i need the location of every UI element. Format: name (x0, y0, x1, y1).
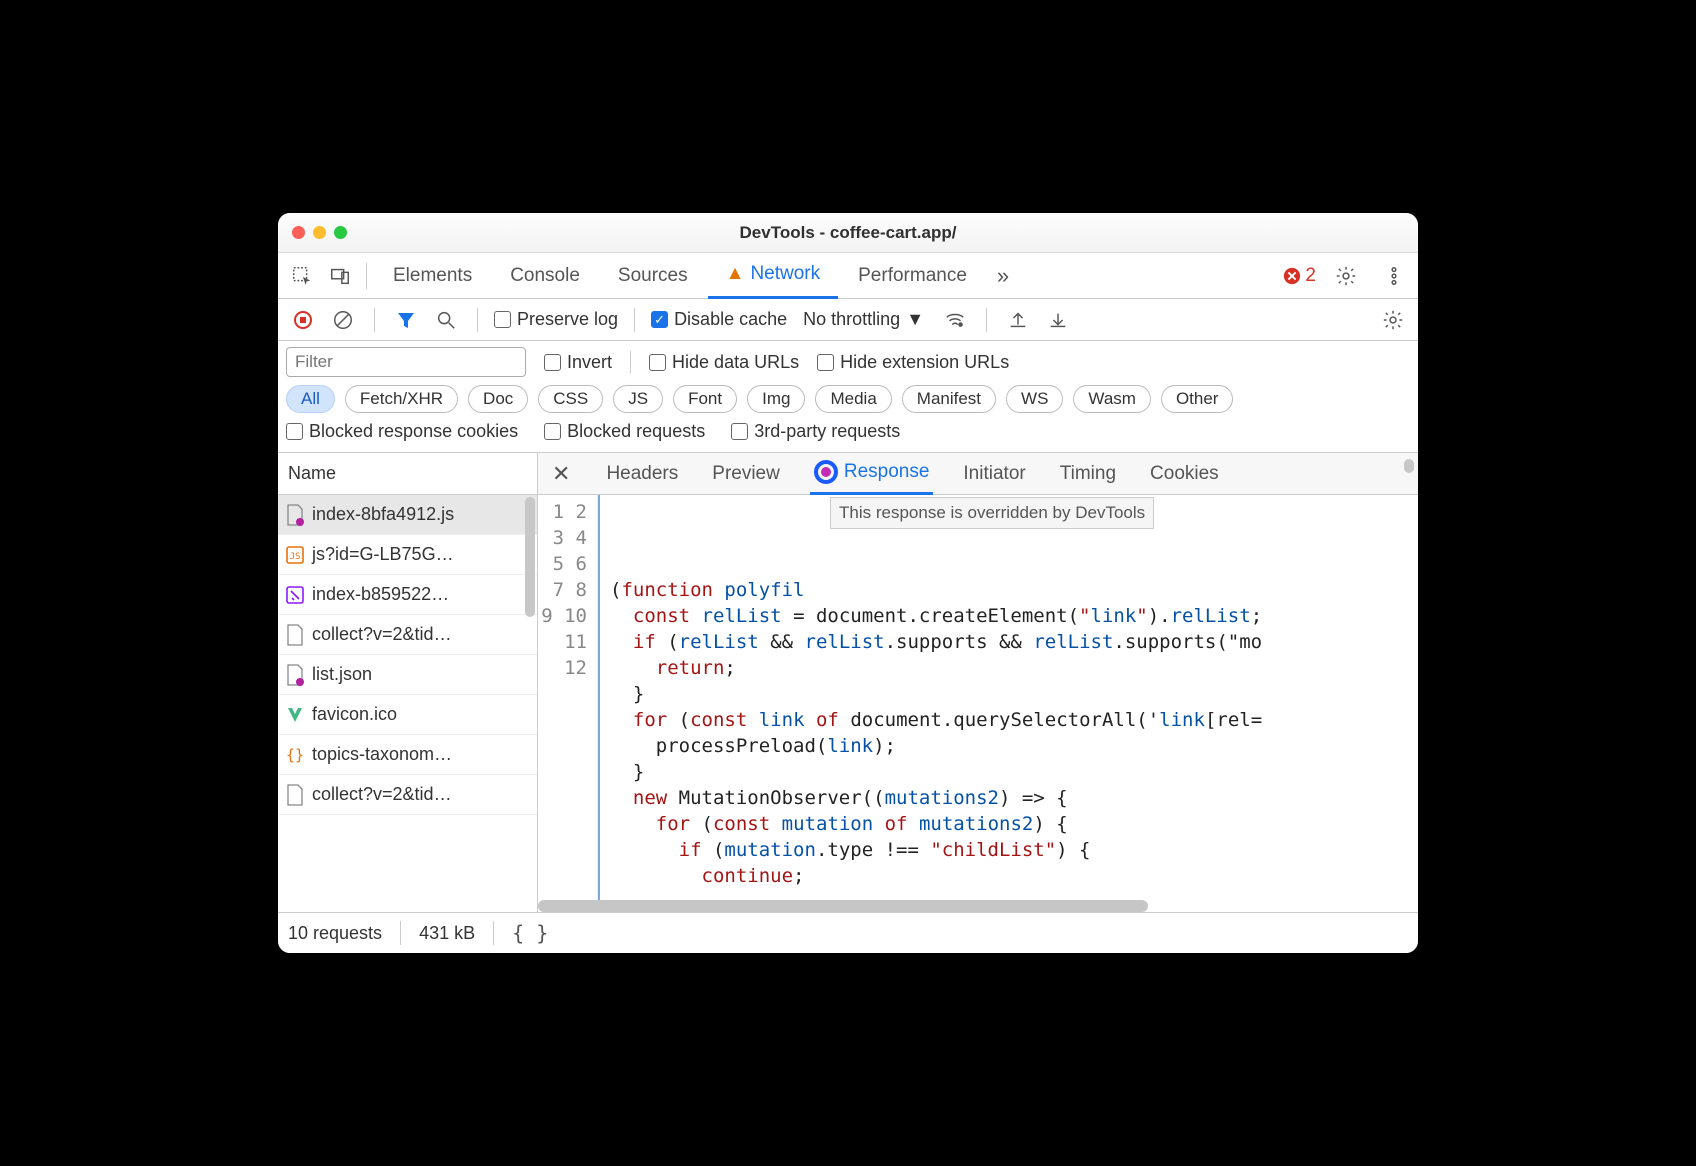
chip-js[interactable]: JS (613, 385, 663, 413)
record-button[interactable] (288, 305, 318, 335)
chip-other[interactable]: Other (1161, 385, 1234, 413)
network-toolbar: Preserve log Disable cache No throttling… (278, 299, 1418, 341)
main-tabs-row: Elements Console Sources ▲ Network Perfo… (278, 253, 1418, 299)
detail-tab-preview[interactable]: Preview (708, 453, 784, 495)
override-tooltip: This response is overridden by DevTools (830, 497, 1154, 529)
request-list[interactable]: index-8bfa4912.js JS js?id=G-LB75G… inde… (278, 495, 537, 912)
settings-gear-icon[interactable] (1328, 258, 1364, 294)
requests-count: 10 requests (288, 923, 382, 944)
filter-toggle-icon[interactable] (391, 305, 421, 335)
vue-icon (286, 704, 304, 726)
code-horizontal-scrollbar[interactable] (538, 900, 1418, 912)
network-split-panel: Name index-8bfa4912.js JS js?id=G-LB75G…… (278, 453, 1418, 913)
css-file-icon (286, 584, 304, 606)
request-row[interactable]: collect?v=2&tid… (278, 775, 537, 815)
hide-data-urls-checkbox[interactable]: Hide data URLs (649, 352, 799, 373)
filter-bar: Invert Hide data URLs Hide extension URL… (278, 341, 1418, 453)
svg-text:{}: {} (286, 746, 304, 764)
tab-sources[interactable]: Sources (600, 253, 706, 299)
detail-tab-cookies[interactable]: Cookies (1146, 453, 1223, 495)
device-toggle-icon[interactable] (322, 258, 358, 294)
disable-cache-checkbox[interactable]: Disable cache (651, 309, 787, 330)
chip-media[interactable]: Media (815, 385, 891, 413)
response-code-viewer[interactable]: 1 2 3 4 5 6 7 8 9 10 11 12 (function pol… (538, 495, 1418, 912)
preserve-log-checkbox[interactable]: Preserve log (494, 309, 618, 330)
tab-performance[interactable]: Performance (840, 253, 985, 299)
request-list-header[interactable]: Name (278, 453, 537, 495)
close-detail-button[interactable]: ✕ (552, 461, 576, 487)
type-filter-chips: All Fetch/XHR Doc CSS JS Font Img Media … (286, 385, 1410, 413)
throttling-select[interactable]: No throttling ▼ (797, 309, 930, 330)
request-row[interactable]: index-b859522… (278, 575, 537, 615)
tab-elements[interactable]: Elements (375, 253, 490, 299)
network-settings-gear-icon[interactable] (1378, 305, 1408, 335)
devtools-window: DevTools - coffee-cart.app/ Elements Con… (278, 213, 1418, 953)
more-tabs-button[interactable]: » (987, 263, 1019, 289)
detail-tab-timing[interactable]: Timing (1056, 453, 1120, 495)
zoom-window-button[interactable] (334, 226, 347, 239)
request-row[interactable]: {} topics-taxonom… (278, 735, 537, 775)
chip-ws[interactable]: WS (1006, 385, 1063, 413)
warning-icon: ▲ (726, 263, 745, 285)
request-row[interactable]: JS js?id=G-LB75G… (278, 535, 537, 575)
error-count-badge[interactable]: 2 (1283, 265, 1316, 287)
detail-tab-initiator[interactable]: Initiator (959, 453, 1029, 495)
import-har-icon[interactable] (1043, 305, 1073, 335)
chip-wasm[interactable]: Wasm (1073, 385, 1151, 413)
request-row[interactable]: collect?v=2&tid… (278, 615, 537, 655)
detail-tab-headers[interactable]: Headers (602, 453, 682, 495)
detail-tabs: ✕ Headers Preview Response Initiator Tim… (538, 453, 1418, 495)
invert-checkbox[interactable]: Invert (544, 352, 612, 373)
chip-img[interactable]: Img (747, 385, 805, 413)
status-bar: 10 requests 431 kB { } (278, 913, 1418, 953)
search-icon[interactable] (431, 305, 461, 335)
close-window-button[interactable] (292, 226, 305, 239)
request-detail-panel: ✕ Headers Preview Response Initiator Tim… (538, 453, 1418, 912)
traffic-lights (292, 226, 347, 239)
chip-doc[interactable]: Doc (468, 385, 528, 413)
request-list-panel: Name index-8bfa4912.js JS js?id=G-LB75G…… (278, 453, 538, 912)
json-file-icon (286, 664, 304, 686)
chip-all[interactable]: All (286, 385, 335, 413)
json-braces-icon: {} (286, 744, 304, 766)
inspect-element-icon[interactable] (284, 258, 320, 294)
chevron-down-icon: ▼ (906, 309, 924, 330)
titlebar: DevTools - coffee-cart.app/ (278, 213, 1418, 253)
chip-css[interactable]: CSS (538, 385, 603, 413)
third-party-requests-checkbox[interactable]: 3rd-party requests (731, 421, 900, 442)
blocked-requests-checkbox[interactable]: Blocked requests (544, 421, 705, 442)
detail-vertical-scrollbar[interactable] (1404, 459, 1414, 473)
chip-font[interactable]: Font (673, 385, 737, 413)
window-title: DevTools - coffee-cart.app/ (278, 223, 1418, 243)
export-har-icon[interactable] (1003, 305, 1033, 335)
request-row[interactable]: favicon.ico (278, 695, 537, 735)
detail-tab-response[interactable]: Response (810, 453, 934, 495)
filter-input[interactable] (286, 347, 526, 377)
svg-text:JS: JS (290, 552, 301, 562)
tab-network[interactable]: ▲ Network (708, 253, 839, 299)
transfer-size: 431 kB (419, 923, 475, 944)
blocked-response-cookies-checkbox[interactable]: Blocked response cookies (286, 421, 518, 442)
minimize-window-button[interactable] (313, 226, 326, 239)
chip-manifest[interactable]: Manifest (902, 385, 996, 413)
line-gutter: 1 2 3 4 5 6 7 8 9 10 11 12 (538, 495, 598, 912)
code-content[interactable]: (function polyfil const relList = docume… (598, 495, 1418, 912)
hide-extension-urls-checkbox[interactable]: Hide extension URLs (817, 352, 1009, 373)
override-indicator-icon (814, 460, 838, 484)
js-file-icon (286, 504, 304, 526)
tab-console[interactable]: Console (492, 253, 598, 299)
doc-file-icon (286, 624, 304, 646)
kebab-menu-icon[interactable] (1376, 258, 1412, 294)
chip-fetch-xhr[interactable]: Fetch/XHR (345, 385, 458, 413)
request-row[interactable]: index-8bfa4912.js (278, 495, 537, 535)
request-row[interactable]: list.json (278, 655, 537, 695)
js-file-icon: JS (286, 544, 304, 566)
request-list-scrollbar[interactable] (525, 497, 535, 617)
clear-button[interactable] (328, 305, 358, 335)
doc-file-icon (286, 784, 304, 806)
network-conditions-icon[interactable] (940, 305, 970, 335)
pretty-print-button[interactable]: { } (512, 921, 548, 945)
